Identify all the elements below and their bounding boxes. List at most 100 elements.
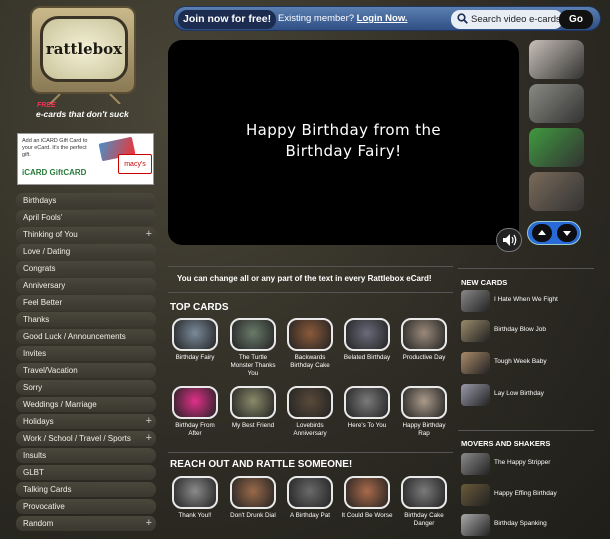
category-item[interactable]: Good Luck / Announcements <box>16 328 156 345</box>
list-item[interactable]: Tough Week Baby <box>461 352 593 378</box>
card-label[interactable]: The Turtle Monster Thanks You <box>227 354 279 378</box>
category-item[interactable]: Random + <box>16 515 156 532</box>
card-label[interactable]: My Best Friend <box>227 422 279 430</box>
category-item[interactable]: Sorry <box>16 379 156 396</box>
list-label[interactable]: I Hate When We Fight <box>494 296 558 303</box>
side-thumbnail-person-arms-up[interactable] <box>529 40 584 79</box>
expand-plus-icon[interactable]: + <box>146 414 152 430</box>
category-item[interactable]: Thinking of You + <box>16 226 156 243</box>
list-item[interactable]: I Hate When We Fight <box>461 290 593 316</box>
category-item[interactable]: Talking Cards <box>16 481 156 498</box>
card-label[interactable]: Birthday Cake Danger <box>398 512 450 528</box>
scroll-up-button[interactable] <box>532 224 552 242</box>
category-item[interactable]: Holidays + <box>16 413 156 430</box>
expand-plus-icon[interactable]: + <box>146 431 152 447</box>
go-button[interactable]: Go <box>559 10 593 29</box>
card-label[interactable]: Birthday From After <box>169 422 221 438</box>
category-item[interactable]: Travel/Vacation <box>16 362 156 379</box>
category-item[interactable]: Work / School / Travel / Sports + <box>16 430 156 447</box>
list-item[interactable]: The Happy Stripper <box>461 453 593 479</box>
category-item[interactable]: Birthdays <box>16 193 156 209</box>
volume-button[interactable] <box>496 228 522 252</box>
list-label[interactable]: Birthday Blow Job <box>494 326 546 333</box>
card-item[interactable]: Birthday Cake Danger <box>398 476 450 528</box>
list-item[interactable]: Lay Low Birthday <box>461 384 593 410</box>
card-thumbnail[interactable] <box>401 476 447 509</box>
card-thumbnail[interactable] <box>401 386 447 419</box>
card-thumbnail[interactable] <box>230 476 276 509</box>
list-label[interactable]: Lay Low Birthday <box>494 390 544 397</box>
category-item[interactable]: Anniversary <box>16 277 156 294</box>
category-item[interactable]: Invites <box>16 345 156 362</box>
card-label[interactable]: Here's To You <box>341 422 393 430</box>
card-label[interactable]: Happy Birthday Rap <box>398 422 450 438</box>
list-label[interactable]: Happy Effing Birthday <box>494 490 557 497</box>
list-thumbnail[interactable] <box>461 453 490 475</box>
card-label[interactable]: Birthday Fairy <box>169 354 221 362</box>
category-item[interactable]: Love / Dating <box>16 243 156 260</box>
category-item[interactable]: Insults <box>16 447 156 464</box>
card-thumbnail[interactable] <box>287 386 333 419</box>
list-thumbnail[interactable] <box>461 484 490 506</box>
card-item[interactable]: Birthday From After <box>169 386 221 438</box>
list-label[interactable]: Tough Week Baby <box>494 358 547 365</box>
card-thumbnail[interactable] <box>344 318 390 351</box>
list-label[interactable]: The Happy Stripper <box>494 459 550 466</box>
list-item[interactable]: Birthday Blow Job <box>461 320 593 346</box>
card-label[interactable]: Belated Birthday <box>341 354 393 362</box>
category-item[interactable]: Congrats <box>16 260 156 277</box>
card-item[interactable]: Backwards Birthday Cake <box>284 318 336 370</box>
login-link[interactable]: Login Now. <box>357 13 408 24</box>
join-button[interactable]: Join now for free! <box>178 10 277 29</box>
category-item[interactable]: Weddings / Marriage <box>16 396 156 413</box>
side-thumbnail-child-face[interactable] <box>529 172 584 211</box>
expand-plus-icon[interactable]: + <box>146 516 152 532</box>
card-thumbnail[interactable] <box>172 476 218 509</box>
card-item[interactable]: Productive Day <box>398 318 450 362</box>
card-item[interactable]: Lovebirds Anniversary <box>284 386 336 438</box>
card-item[interactable]: My Best Friend <box>227 386 279 430</box>
card-thumbnail[interactable] <box>287 476 333 509</box>
card-item[interactable]: Thank You!! <box>169 476 221 520</box>
category-item[interactable]: Feel Better <box>16 294 156 311</box>
card-item[interactable]: A Birthday Pat <box>284 476 336 520</box>
card-thumbnail[interactable] <box>172 386 218 419</box>
category-item[interactable]: Provocative <box>16 498 156 515</box>
card-thumbnail[interactable] <box>230 318 276 351</box>
expand-plus-icon[interactable]: + <box>146 227 152 243</box>
card-label[interactable]: Thank You!! <box>169 512 221 520</box>
side-thumbnail-vintage-photo[interactable] <box>529 84 584 123</box>
list-thumbnail[interactable] <box>461 290 490 312</box>
category-item[interactable]: Thanks <box>16 311 156 328</box>
card-item[interactable]: Birthday Fairy <box>169 318 221 362</box>
side-thumbnail-gift-card[interactable] <box>529 128 584 167</box>
list-thumbnail[interactable] <box>461 352 490 374</box>
card-thumbnail[interactable] <box>344 476 390 509</box>
card-item[interactable]: Don't Drunk Dial <box>227 476 279 520</box>
icard-ad[interactable]: Add an iCARD Gift Card to your eCard. It… <box>17 133 154 185</box>
card-label[interactable]: Productive Day <box>398 354 450 362</box>
list-item[interactable]: Happy Effing Birthday <box>461 484 593 510</box>
rattlebox-logo[interactable]: rattlebox <box>30 6 136 94</box>
card-thumbnail[interactable] <box>287 318 333 351</box>
video-player[interactable]: Happy Birthday from the Birthday Fairy! <box>168 40 519 245</box>
card-thumbnail[interactable] <box>172 318 218 351</box>
card-thumbnail[interactable] <box>401 318 447 351</box>
card-item[interactable]: It Could Be Worse <box>341 476 393 520</box>
card-label[interactable]: It Could Be Worse <box>341 512 393 520</box>
category-item[interactable]: April Fools' <box>16 209 156 226</box>
card-label[interactable]: Don't Drunk Dial <box>227 512 279 520</box>
card-item[interactable]: Belated Birthday <box>341 318 393 362</box>
list-thumbnail[interactable] <box>461 514 490 536</box>
category-item[interactable]: GLBT <box>16 464 156 481</box>
card-item[interactable]: The Turtle Monster Thanks You <box>227 318 279 378</box>
list-thumbnail[interactable] <box>461 320 490 342</box>
card-thumbnail[interactable] <box>230 386 276 419</box>
card-item[interactable]: Happy Birthday Rap <box>398 386 450 438</box>
card-label[interactable]: Lovebirds Anniversary <box>284 422 336 438</box>
card-label[interactable]: A Birthday Pat <box>284 512 336 520</box>
list-label[interactable]: Birthday Spanking <box>494 520 547 527</box>
list-thumbnail[interactable] <box>461 384 490 406</box>
scroll-down-button[interactable] <box>557 224 577 242</box>
card-item[interactable]: Here's To You <box>341 386 393 430</box>
